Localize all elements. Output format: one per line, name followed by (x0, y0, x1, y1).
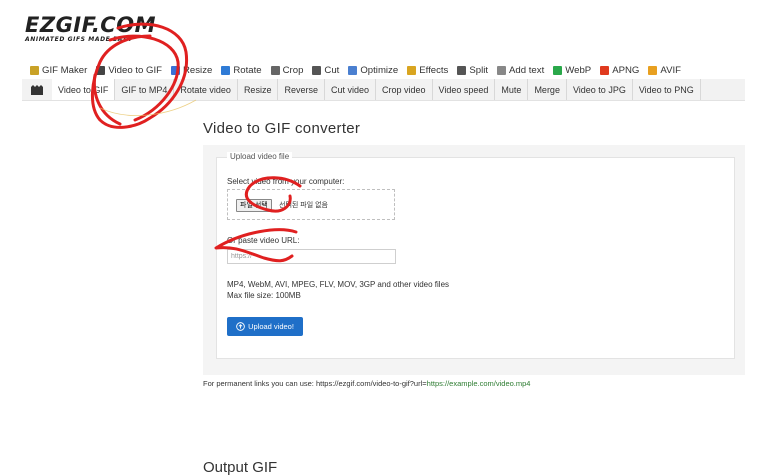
nav-item-label: Video to GIF (108, 64, 162, 76)
select-file-label: Select video from your computer: (227, 177, 345, 186)
nav-item-add-text[interactable]: Add text (497, 65, 544, 76)
nav-item-gif-maker[interactable]: GIF Maker (30, 65, 87, 76)
main-nav: GIF Maker Video to GIF Resize Rotate Crop Cut… (30, 62, 690, 78)
upload-panel: Upload video file Select video from your… (203, 145, 745, 375)
url-label: Or paste video URL: (227, 236, 300, 245)
optimize-icon (348, 65, 358, 75)
effects-icon (407, 65, 417, 75)
nav-item-split[interactable]: Split (457, 65, 488, 76)
sub-nav: Video to GIF GIF to MP4 Rotate video Resize… (22, 79, 745, 101)
nav-item-label: Crop (282, 64, 304, 76)
upload-video-button[interactable]: Upload video! (227, 317, 303, 336)
tab-mute[interactable]: Mute (495, 79, 529, 100)
nav-item-label: Rotate (233, 64, 262, 76)
max-size-text: Max file size: 100MB (227, 291, 301, 300)
upload-button-label: Upload video! (248, 322, 294, 331)
site-logo[interactable]: EZGIF.COM ANIMATED GIFS MADE EASY (25, 14, 156, 43)
nav-item-optimize[interactable]: Optimize (348, 65, 398, 76)
nav-item-label: WebP (565, 64, 592, 76)
nav-item-webp[interactable]: WebP (553, 65, 591, 76)
nav-item-label: Effects (419, 64, 449, 76)
nav-item-rotate[interactable]: Rotate (221, 64, 262, 76)
nav-item-label: Split (469, 64, 489, 76)
webp-icon (553, 65, 563, 75)
choose-file-button[interactable]: 파일 선택 (236, 199, 272, 212)
film-icon (22, 79, 52, 100)
cut-icon (312, 65, 322, 75)
resize-icon (171, 65, 180, 75)
tab-video-to-jpg[interactable]: Video to JPG (567, 79, 633, 100)
nav-item-label: Cut (324, 64, 340, 76)
permanent-link-prefix: For permanent links you can use: https:/… (203, 379, 427, 388)
nav-item-apng[interactable]: APNG (600, 65, 639, 76)
nav-item-cut[interactable]: Cut (312, 65, 339, 76)
video-icon (96, 65, 106, 75)
tab-video-speed[interactable]: Video speed (433, 79, 496, 100)
tab-resize[interactable]: Resize (238, 79, 279, 100)
nav-item-label: APNG (612, 64, 640, 76)
permanent-link-note: For permanent links you can use: https:/… (203, 379, 530, 388)
file-dropzone[interactable]: 파일 선택 선택된 파일 없음 (227, 189, 395, 220)
nav-item-label: Resize (183, 64, 213, 76)
add-text-icon (497, 65, 507, 75)
crop-icon (270, 65, 280, 75)
file-status-text: 선택된 파일 없음 (279, 202, 328, 209)
nav-item-video-to-gif[interactable]: Video to GIF (96, 65, 162, 76)
logo-text: EZGIF.COM (25, 13, 156, 37)
video-url-input[interactable] (227, 249, 396, 264)
tab-merge[interactable]: Merge (528, 79, 567, 100)
tab-video-to-gif[interactable]: Video to GIF (52, 79, 116, 100)
split-icon (457, 65, 467, 75)
nav-item-effects[interactable]: Effects (407, 65, 448, 76)
example-url-link[interactable]: https://example.com/video.mp4 (427, 379, 531, 388)
tab-reverse[interactable]: Reverse (278, 79, 325, 100)
upload-cloud-icon (236, 322, 245, 331)
nav-item-resize[interactable]: Resize (171, 65, 212, 76)
apng-icon (600, 65, 610, 75)
page-title: Video to GIF converter (203, 120, 361, 137)
output-gif-heading: Output GIF (203, 459, 278, 476)
nav-item-label: Add text (509, 64, 545, 76)
tab-rotate-video[interactable]: Rotate video (174, 79, 238, 100)
nav-item-label: Optimize (360, 64, 399, 76)
tab-cut-video[interactable]: Cut video (325, 79, 376, 100)
nav-item-label: AVIF (660, 64, 682, 76)
tab-video-to-png[interactable]: Video to PNG (633, 79, 701, 100)
nav-item-avif[interactable]: AVIF (648, 65, 681, 76)
upload-fieldset: Upload video file Select video from your… (216, 152, 735, 359)
nav-item-label: GIF Maker (42, 64, 88, 76)
rotate-icon (221, 65, 231, 75)
formats-text: MP4, WebM, AVI, MPEG, FLV, MOV, 3GP and … (227, 280, 450, 289)
tab-crop-video[interactable]: Crop video (376, 79, 433, 100)
nav-item-crop[interactable]: Crop (270, 64, 304, 76)
gif-maker-icon (30, 65, 39, 75)
logo-tagline: ANIMATED GIFS MADE EASY (25, 36, 133, 43)
avif-icon (648, 65, 658, 75)
tab-gif-to-mp4[interactable]: GIF to MP4 (115, 79, 175, 100)
upload-legend: Upload video file (227, 152, 293, 161)
